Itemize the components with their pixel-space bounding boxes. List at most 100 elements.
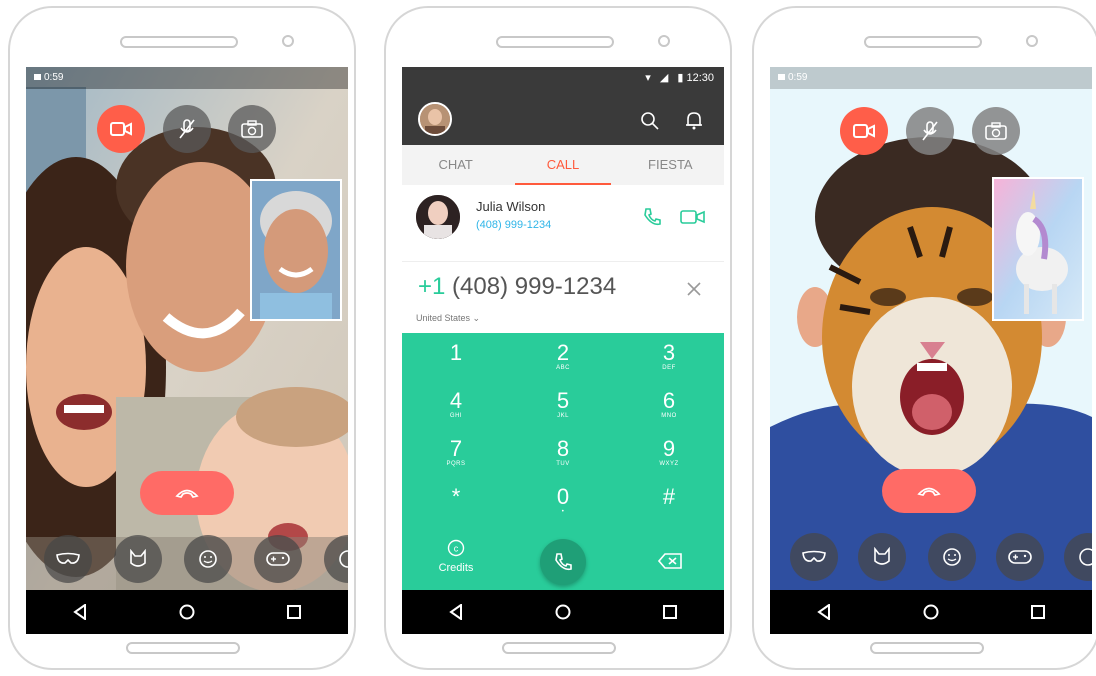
nav-recents-button[interactable] xyxy=(1018,592,1058,632)
end-call-button[interactable] xyxy=(882,469,976,513)
key-digit: 2 xyxy=(556,340,570,365)
credits-label: Credits xyxy=(438,562,474,574)
clear-number-icon[interactable] xyxy=(686,281,702,297)
phone-icon xyxy=(555,553,572,571)
profile-avatar[interactable] xyxy=(418,102,452,136)
bottom-speaker xyxy=(870,642,984,654)
tab-fiesta[interactable]: FIESTA xyxy=(617,145,724,185)
back-triangle-icon xyxy=(72,604,86,620)
key-digit: 9 xyxy=(662,436,676,461)
key-5[interactable]: 5 JKL xyxy=(533,389,593,420)
end-call-button[interactable] xyxy=(140,471,234,515)
nav-home-button[interactable] xyxy=(911,592,951,632)
more-effects-icon xyxy=(1079,548,1092,566)
dial-call-button[interactable] xyxy=(540,539,586,585)
smiley-effect-button[interactable] xyxy=(184,535,232,583)
tab-chat[interactable]: CHAT xyxy=(402,145,509,185)
key-digit: 0 xyxy=(556,484,570,509)
key-9[interactable]: 9 WXYZ xyxy=(639,436,699,468)
number-text: (408) 999-1234 xyxy=(452,273,617,300)
recents-square-icon xyxy=(1031,605,1046,619)
game-button[interactable] xyxy=(254,535,302,583)
key-digit: 6 xyxy=(662,388,676,413)
contact-avatar xyxy=(416,195,460,239)
switch-camera-icon xyxy=(985,122,1007,140)
key-digit: 1 xyxy=(449,340,463,365)
mask-effect-button[interactable] xyxy=(44,535,92,583)
key-letters: PQRS xyxy=(446,461,466,467)
nav-back-button[interactable] xyxy=(436,592,476,632)
cat-effect-button[interactable] xyxy=(858,533,906,581)
camera-toggle-icon xyxy=(853,124,875,138)
mask-effect-button[interactable] xyxy=(790,533,838,581)
nav-back-button[interactable] xyxy=(60,592,100,632)
phone-hangup-icon xyxy=(175,489,199,499)
credits-button[interactable]: c Credits xyxy=(426,539,486,574)
android-nav-bar xyxy=(26,590,348,634)
home-circle-icon xyxy=(179,604,195,620)
bottom-speaker xyxy=(126,642,240,654)
dialed-number[interactable]: +1 (408) 999-1234 xyxy=(418,273,616,301)
key-star[interactable]: * xyxy=(426,485,486,509)
smiley-effect-button[interactable] xyxy=(928,533,976,581)
mask-icon xyxy=(802,550,826,562)
smiley-icon xyxy=(943,548,961,566)
phone-hangup-icon xyxy=(917,487,941,497)
key-digit: 7 xyxy=(449,436,463,461)
self-view-pip[interactable] xyxy=(250,179,342,321)
contact-row[interactable]: Julia Wilson (408) 999-1234 xyxy=(402,185,724,262)
gamepad-icon xyxy=(1008,550,1032,564)
signal-icon: ◢ xyxy=(659,72,669,84)
dial-number-row: +1 (408) 999-1234 United States ⌄ xyxy=(402,267,724,333)
key-hash[interactable]: # xyxy=(639,485,699,509)
back-triangle-icon xyxy=(816,604,830,620)
smiley-icon xyxy=(199,550,217,568)
home-circle-icon xyxy=(555,604,571,620)
video-recording-icon xyxy=(778,74,785,81)
gamepad-icon xyxy=(266,552,290,566)
key-digit: 4 xyxy=(449,388,463,413)
front-camera xyxy=(658,35,670,47)
game-button[interactable] xyxy=(996,533,1044,581)
key-4[interactable]: 4 GHI xyxy=(426,388,486,420)
nav-recents-button[interactable] xyxy=(650,592,690,632)
notification-bell-icon[interactable] xyxy=(684,110,704,130)
key-letters: ABC xyxy=(556,365,570,371)
status-bar: 0:59 xyxy=(770,67,1092,89)
country-selector[interactable]: United States ⌄ xyxy=(416,313,480,324)
switch-camera-button[interactable] xyxy=(228,105,276,153)
camera-toggle-button[interactable] xyxy=(840,107,888,155)
key-7[interactable]: 7 PQRS xyxy=(426,436,486,468)
mute-button[interactable] xyxy=(163,105,211,153)
key-2[interactable]: 2 ABC xyxy=(533,340,593,372)
nav-home-button[interactable] xyxy=(543,592,583,632)
backspace-icon[interactable] xyxy=(658,553,682,569)
voice-call-icon[interactable] xyxy=(642,207,662,227)
key-8[interactable]: 8 TUV xyxy=(533,437,593,468)
self-view-pip[interactable] xyxy=(992,177,1084,321)
status-bar: ▾ ◢ ▮ 12:30 xyxy=(402,67,724,89)
search-icon[interactable] xyxy=(640,111,660,131)
key-1[interactable]: 1 xyxy=(426,341,486,365)
cat-effect-button[interactable] xyxy=(114,535,162,583)
app-header: ▾ ◢ ▮ 12:30 xyxy=(402,67,724,145)
camera-toggle-button[interactable] xyxy=(97,105,145,153)
key-0[interactable]: 0 • xyxy=(533,484,593,516)
video-call-icon[interactable] xyxy=(680,208,706,226)
key-6[interactable]: 6 MNO xyxy=(639,388,699,420)
home-circle-icon xyxy=(923,604,939,620)
switch-camera-button[interactable] xyxy=(972,107,1020,155)
main-tabs: CHAT CALL FIESTA xyxy=(402,145,724,185)
mute-button[interactable] xyxy=(906,107,954,155)
mic-muted-icon xyxy=(179,119,195,139)
nav-back-button[interactable] xyxy=(804,592,844,632)
nav-home-button[interactable] xyxy=(167,592,207,632)
status-bar: 0:59 xyxy=(26,67,348,89)
contact-phone: (408) 999-1234 xyxy=(476,219,552,231)
tab-call[interactable]: CALL xyxy=(509,145,616,185)
nav-recents-button[interactable] xyxy=(274,592,314,632)
key-letters: TUV xyxy=(556,461,570,467)
dialer-screen: ▾ ◢ ▮ 12:30 CHAT CALL FIESTA Julia Wilso… xyxy=(402,67,724,634)
call-duration: 0:59 xyxy=(44,72,64,83)
key-3[interactable]: 3 DEF xyxy=(639,341,699,372)
